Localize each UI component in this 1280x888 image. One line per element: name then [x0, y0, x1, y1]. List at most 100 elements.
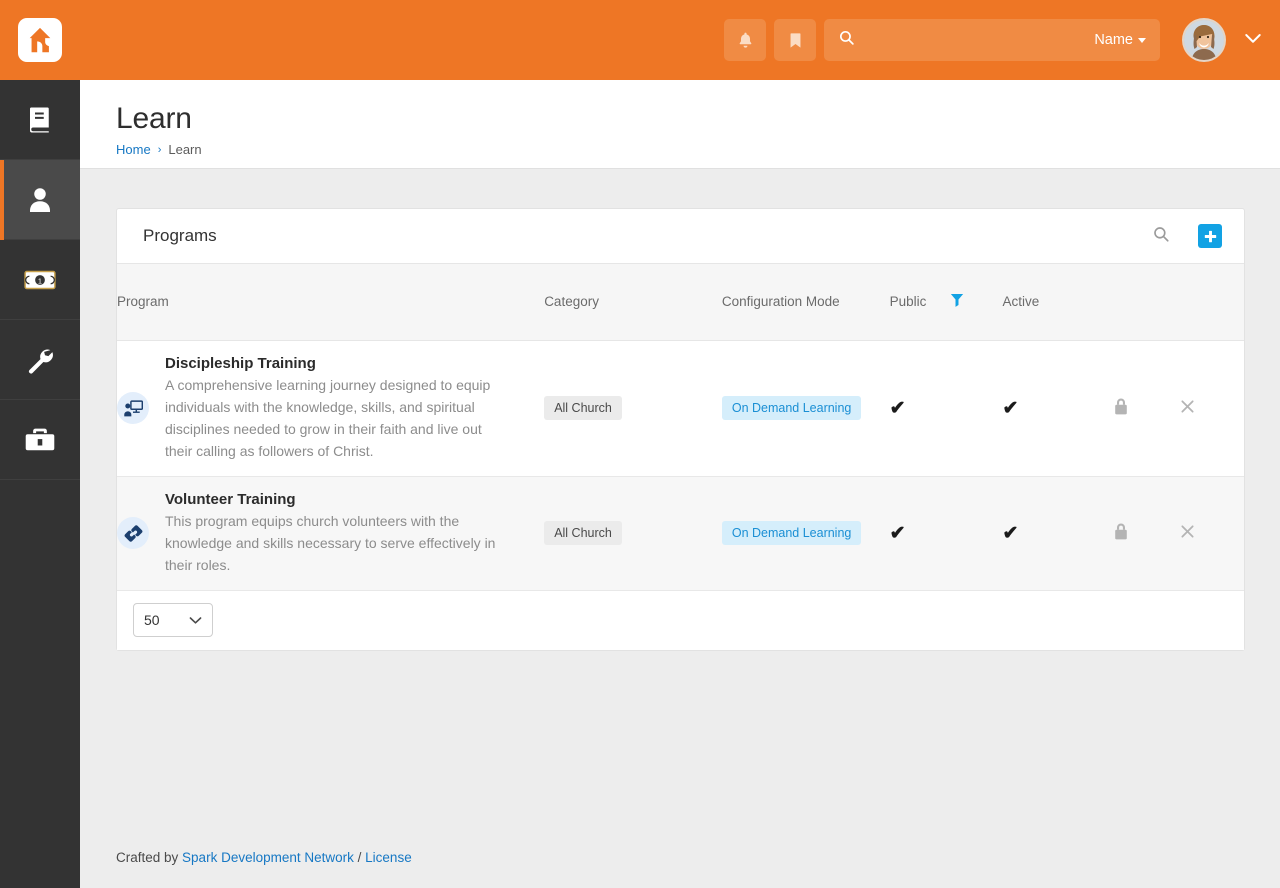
- program-description: This program equips church volunteers wi…: [165, 512, 496, 573]
- table-head: Program Category Configuration Mode Publ…: [117, 264, 1244, 341]
- bell-icon: [739, 32, 751, 48]
- program-name: Discipleship Training: [165, 354, 316, 372]
- avatar[interactable]: [1182, 18, 1226, 62]
- cell-category: All Church: [544, 476, 722, 591]
- panel-actions: [1152, 224, 1222, 248]
- main-sidebar: 1: [0, 80, 80, 888]
- column-header-security: [1114, 264, 1181, 341]
- global-search-box[interactable]: Name: [824, 19, 1160, 61]
- footer-divider: /: [357, 849, 362, 865]
- breadcrumb: Home › Learn: [116, 142, 1280, 157]
- column-header-public-label: Public: [889, 294, 927, 310]
- bookmark-icon: [790, 32, 800, 48]
- lock-icon[interactable]: [1114, 398, 1128, 418]
- cell-program: Volunteer Training This program equips c…: [117, 476, 545, 591]
- bookmark-button[interactable]: [774, 19, 816, 61]
- page-size-value: 50: [144, 612, 160, 628]
- sidebar-item-people[interactable]: [0, 160, 80, 240]
- search-input[interactable]: [863, 19, 1095, 61]
- svg-text:1: 1: [38, 276, 42, 285]
- rock-rms-logo[interactable]: [18, 18, 62, 62]
- close-x-icon[interactable]: [1180, 525, 1195, 542]
- cell-public: ✔: [889, 476, 1003, 591]
- top-navigation-bar: Name: [0, 0, 1280, 80]
- page-size-select[interactable]: 50: [133, 603, 213, 637]
- column-header-category[interactable]: Category: [544, 264, 722, 341]
- search-scope-label: Name: [1094, 32, 1133, 48]
- sidebar-item-tools[interactable]: [0, 320, 80, 400]
- caret-down-icon: [1138, 37, 1146, 43]
- panel-title: Programs: [143, 226, 217, 245]
- page-header: Learn Home › Learn: [80, 80, 1280, 169]
- plus-icon: [1204, 230, 1216, 242]
- page-footer: Crafted by Spark Development Network / L…: [80, 826, 1280, 888]
- profile-chevron-down-icon[interactable]: [1244, 31, 1262, 49]
- panel-search-icon[interactable]: [1152, 225, 1170, 248]
- column-header-configuration-mode[interactable]: Configuration Mode: [721, 264, 890, 341]
- hands-helping-icon: [117, 517, 149, 549]
- search-scope-selector[interactable]: Name: [1094, 32, 1146, 48]
- configuration-mode-badge: On Demand Learning: [721, 396, 862, 420]
- cell-active: ✔: [1002, 340, 1115, 477]
- cell-category: All Church: [544, 340, 722, 477]
- programs-table: Program Category Configuration Mode Publ…: [117, 264, 1244, 591]
- category-badge: All Church: [544, 396, 622, 420]
- breadcrumb-separator-icon: ›: [157, 143, 162, 156]
- footer-link-spark[interactable]: Spark Development Network: [182, 850, 354, 865]
- table-body: Discipleship Training A comprehensive le…: [117, 340, 1244, 591]
- chalkboard-teacher-icon: [117, 392, 149, 424]
- program-name: Volunteer Training: [165, 490, 296, 508]
- breadcrumb-current: Learn: [168, 142, 202, 157]
- rock-rms-logo-icon: [29, 27, 51, 53]
- main-content: Programs Program Category Configuration …: [80, 169, 1280, 888]
- search-icon: [838, 29, 855, 51]
- column-header-program[interactable]: Program: [117, 264, 545, 341]
- column-header-delete: [1180, 264, 1244, 341]
- public-check-icon: ✔: [889, 397, 906, 419]
- active-check-icon: ✔: [1002, 397, 1019, 419]
- sidebar-item-cms[interactable]: [0, 80, 80, 160]
- chevron-down-icon: [189, 612, 202, 628]
- program-description: A comprehensive learning journey designe…: [165, 376, 491, 459]
- cell-program: Discipleship Training A comprehensive le…: [117, 340, 545, 477]
- programs-panel: Programs Program Category Configuration …: [116, 208, 1245, 651]
- breadcrumb-home[interactable]: Home: [116, 142, 151, 157]
- cell-public: ✔: [889, 340, 1003, 477]
- table-row[interactable]: Discipleship Training A comprehensive le…: [117, 340, 1244, 477]
- close-x-icon[interactable]: [1180, 400, 1195, 417]
- column-header-public[interactable]: Public: [889, 264, 1003, 341]
- book-icon: [30, 107, 49, 132]
- notification-button[interactable]: [724, 19, 766, 61]
- cell-security: [1114, 340, 1181, 477]
- public-check-icon: ✔: [889, 522, 906, 544]
- filter-funnel-icon[interactable]: [950, 293, 964, 311]
- table-header-row: Program Category Configuration Mode Publ…: [117, 264, 1244, 341]
- sidebar-item-finance[interactable]: 1: [0, 240, 80, 320]
- footer-link-license[interactable]: License: [365, 850, 412, 865]
- category-badge: All Church: [544, 521, 622, 545]
- cell-delete: [1180, 340, 1244, 477]
- column-header-configuration-mode-label: Configuration Mode: [721, 293, 840, 309]
- page-title: Learn: [116, 102, 192, 135]
- cell-delete: [1180, 476, 1244, 591]
- cell-active: ✔: [1002, 476, 1115, 591]
- active-check-icon: ✔: [1002, 522, 1019, 544]
- table-row[interactable]: Volunteer Training This program equips c…: [117, 476, 1244, 591]
- column-header-active[interactable]: Active: [1002, 264, 1115, 341]
- money-icon: 1: [24, 270, 56, 289]
- add-program-button[interactable]: [1198, 224, 1222, 248]
- top-bar-right-group: Name: [724, 18, 1266, 62]
- panel-header: Programs: [117, 209, 1244, 264]
- person-icon: [30, 187, 50, 212]
- cell-configuration-mode: On Demand Learning: [721, 340, 890, 477]
- cell-configuration-mode: On Demand Learning: [721, 476, 890, 591]
- toolbox-icon: [25, 428, 55, 450]
- panel-footer: 50: [117, 590, 1244, 650]
- wrench-icon: [28, 349, 53, 374]
- cell-security: [1114, 476, 1181, 591]
- footer-prefix: Crafted by: [116, 849, 179, 865]
- user-avatar-image: [1184, 20, 1224, 60]
- sidebar-item-admin[interactable]: [0, 400, 80, 480]
- lock-icon[interactable]: [1114, 523, 1128, 543]
- configuration-mode-badge: On Demand Learning: [721, 521, 862, 545]
